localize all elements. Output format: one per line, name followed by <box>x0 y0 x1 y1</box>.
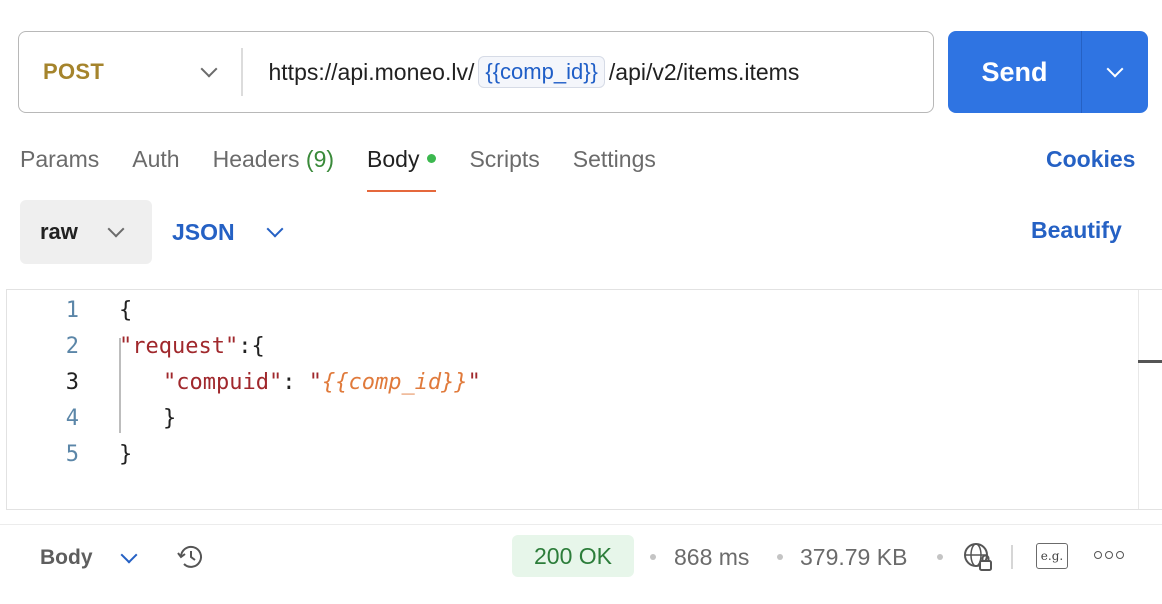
code-text: } <box>163 405 177 431</box>
tab-label: Settings <box>572 146 656 172</box>
method-select[interactable]: POST <box>19 32 241 112</box>
json-key: "compuid" <box>163 369 283 395</box>
status-badge[interactable]: 200 OK <box>512 535 634 577</box>
indent-guide <box>119 338 121 433</box>
code-editor[interactable]: 1 { 2 "request":{ 3 "compuid": "{{comp_i… <box>6 289 1162 510</box>
separator-dot <box>650 554 656 560</box>
code-text: "request":{ <box>119 334 265 359</box>
code-text: "compuid": "{{comp_id}}" <box>163 370 481 395</box>
separator-dot <box>777 554 783 560</box>
json-variable-value: {{comp_id}} <box>321 369 468 395</box>
line-number: 4 <box>65 405 79 431</box>
line-number: 1 <box>65 297 79 323</box>
response-view-label[interactable]: Body <box>40 546 93 570</box>
url-prefix: https://api.moneo.lv/ <box>268 58 475 85</box>
code-text: { <box>119 297 133 323</box>
more-options-icon[interactable] <box>1094 551 1124 561</box>
body-mode-select[interactable]: raw <box>20 200 152 264</box>
code-punct: : <box>282 369 309 395</box>
scrollbar-thumb[interactable] <box>1138 360 1162 363</box>
code-punct: :{ <box>238 333 265 359</box>
json-key: "request" <box>119 333 239 359</box>
tab-params[interactable]: Params <box>20 140 99 192</box>
tab-headers[interactable]: Headers (9) <box>213 140 334 192</box>
request-tabs: Params Auth Headers (9) Body Scripts Set… <box>20 140 689 192</box>
tab-auth[interactable]: Auth <box>132 140 179 192</box>
url-input[interactable]: https://api.moneo.lv/ {{comp_id}} /api/v… <box>243 32 934 112</box>
editor-line: 5 } <box>7 436 1137 472</box>
tab-label: Auth <box>132 146 180 172</box>
editor-line: 1 { <box>7 292 1137 328</box>
response-size[interactable]: 379.79 KB <box>800 544 907 571</box>
globe-lock-icon[interactable] <box>962 541 994 573</box>
tab-label: Params <box>20 146 100 172</box>
body-language-select[interactable]: JSON <box>172 200 284 264</box>
request-url-bar: POST https://api.moneo.lv/ {{comp_id}} /… <box>18 31 934 113</box>
line-number: 5 <box>65 441 79 467</box>
cookies-link[interactable]: Cookies <box>1046 146 1135 173</box>
divider <box>1011 545 1013 569</box>
line-number: 3 <box>65 369 79 395</box>
send-button[interactable]: Send <box>948 31 1082 113</box>
separator-dot <box>937 554 943 560</box>
body-mode-label: raw <box>40 219 78 244</box>
tab-label: Headers <box>212 146 300 172</box>
chevron-down-icon[interactable] <box>120 546 138 564</box>
response-status-bar: Body 200 OK 868 ms 379.79 KB e.g. <box>0 524 1162 588</box>
line-number: 2 <box>65 333 79 359</box>
code-text: } <box>119 441 133 467</box>
body-indicator-dot <box>427 154 437 164</box>
editor-line: 3 "compuid": "{{comp_id}}" <box>7 364 1137 400</box>
beautify-button[interactable]: Beautify <box>1031 217 1122 244</box>
url-suffix: /api/v2/items.items <box>608 58 800 85</box>
code-quote: " <box>467 369 481 395</box>
editor-line: 2 "request":{ <box>7 328 1137 364</box>
editor-scrollbar[interactable] <box>1138 290 1162 509</box>
response-time[interactable]: 868 ms <box>674 544 749 571</box>
tab-label: Scripts <box>469 146 540 172</box>
chevron-down-icon <box>107 220 125 238</box>
url-variable-pill[interactable]: {{comp_id}} <box>478 56 605 88</box>
tab-body[interactable]: Body <box>367 140 437 192</box>
tab-scripts[interactable]: Scripts <box>469 140 539 192</box>
chevron-down-icon <box>266 220 284 238</box>
tab-settings[interactable]: Settings <box>573 140 656 192</box>
send-button-group: Send <box>948 31 1148 113</box>
chevron-down-icon <box>200 60 218 78</box>
headers-count: (9) <box>305 146 335 172</box>
tab-label: Body <box>367 146 420 172</box>
method-label: POST <box>43 59 105 84</box>
examples-icon[interactable]: e.g. <box>1036 543 1068 569</box>
send-options-button[interactable] <box>1082 31 1148 113</box>
editor-line: 4 } <box>7 400 1137 436</box>
history-icon[interactable] <box>175 541 207 573</box>
body-language-label: JSON <box>172 218 235 245</box>
code-quote: " <box>308 369 322 395</box>
chevron-down-icon <box>1106 60 1124 78</box>
